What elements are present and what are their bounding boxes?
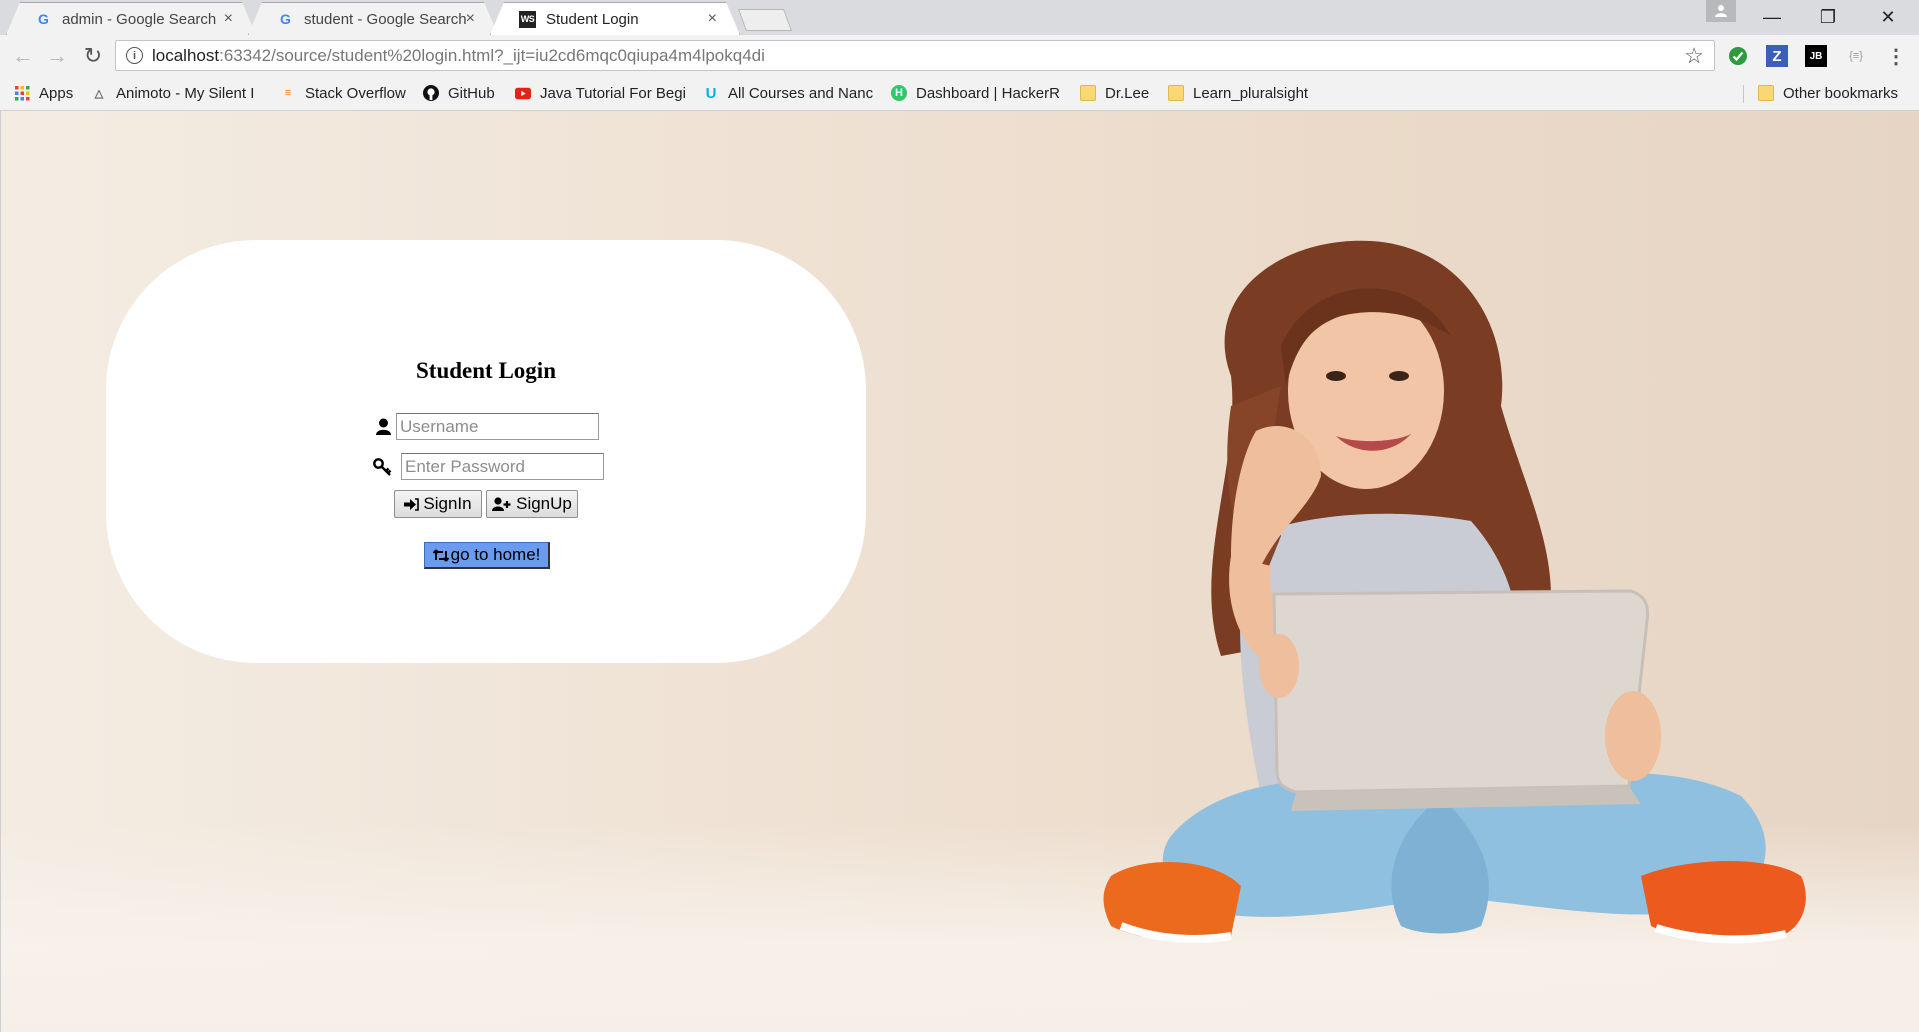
check-extension-icon[interactable]	[1727, 45, 1749, 67]
tab-title: Student Login	[546, 10, 639, 28]
close-tab-icon[interactable]: ×	[466, 10, 475, 28]
zotero-extension-icon[interactable]: Z	[1766, 45, 1788, 67]
bookmark-github[interactable]: GitHub	[423, 83, 495, 103]
webstorm-icon: WS	[519, 11, 536, 28]
student-background-photo	[1103, 240, 1806, 944]
bookmark-label: Other bookmarks	[1783, 84, 1899, 102]
bookmark-label: Dr.Lee	[1105, 84, 1150, 102]
jetbrains-extension-icon[interactable]: JB	[1805, 45, 1827, 67]
bookmark-label: GitHub	[448, 84, 495, 102]
signin-label: SignIn	[423, 494, 472, 513]
back-arrow-icon[interactable]: ←	[10, 43, 36, 69]
google-g-icon: G	[280, 11, 291, 27]
bookmark-label: Dashboard | HackerR	[916, 84, 1059, 102]
bookmark-label: Java Tutorial For Begi	[540, 84, 685, 102]
info-icon[interactable]: i	[126, 47, 143, 64]
restore-button[interactable]: ❐	[1808, 4, 1848, 30]
user-icon	[372, 416, 394, 438]
bookmark-other-bookmarks[interactable]: Other bookmarks	[1758, 83, 1898, 103]
bookmark-label: All Courses and Nanc	[728, 84, 874, 102]
add-user-icon	[492, 497, 511, 511]
json-extension-icon[interactable]: {≡}	[1845, 45, 1867, 67]
sign-in-icon	[404, 497, 420, 511]
apps-grid-icon	[14, 85, 30, 101]
close-window-button[interactable]: ✕	[1868, 4, 1908, 30]
bookmark-hackerrank[interactable]: H Dashboard | HackerR	[891, 83, 1059, 103]
tab-strip: G admin - Google Search × G student - Go…	[0, 0, 1919, 35]
new-tab-button[interactable]	[737, 9, 793, 31]
bookmark-udacity[interactable]: U All Courses and Nanc	[703, 83, 875, 103]
youtube-icon	[515, 85, 531, 101]
username-input[interactable]	[396, 413, 599, 440]
retweet-icon	[432, 548, 449, 562]
username-row	[372, 413, 599, 440]
folder-icon	[1168, 85, 1184, 101]
person-icon	[1715, 5, 1727, 17]
signup-button[interactable]: SignUp	[486, 490, 578, 518]
bookmarks-bar: Apps △ Animoto - My Silent I ≡ Stack Ove…	[0, 76, 1919, 111]
close-tab-icon[interactable]: ×	[708, 10, 717, 28]
tab-title: admin - Google Search	[62, 10, 217, 28]
bookmark-star-icon[interactable]: ☆	[1684, 43, 1704, 69]
signup-label: SignUp	[516, 494, 572, 513]
google-g-icon: G	[38, 11, 49, 27]
hackerrank-icon: H	[891, 85, 907, 101]
url-path: :63342/source/student%20login.html?_ijt=…	[219, 45, 765, 65]
github-icon	[423, 85, 439, 101]
password-row	[371, 453, 604, 480]
reload-icon[interactable]: ↻	[80, 43, 106, 69]
bookmark-label: Learn_pluralsight	[1193, 84, 1309, 102]
tab-admin-search[interactable]: G admin - Google Search ×	[6, 2, 256, 35]
bookmark-label: Stack Overflow	[305, 84, 406, 102]
folder-icon	[1758, 85, 1774, 101]
key-icon	[371, 456, 393, 478]
udacity-icon: U	[705, 84, 717, 102]
profile-button[interactable]	[1706, 0, 1736, 22]
bookmark-stackoverflow[interactable]: ≡ Stack Overflow	[280, 83, 406, 103]
browser-window: G admin - Google Search × G student - Go…	[0, 0, 1919, 1032]
bookmark-label: Animoto - My Silent I	[116, 84, 255, 102]
bookmark-label: Apps	[39, 84, 74, 102]
browser-toolbar: ← → ↻ i localhost:63342/source/student%2…	[0, 35, 1919, 76]
address-bar[interactable]: i localhost:63342/source/student%20login…	[115, 40, 1715, 71]
page-viewport: Student Login SignIn SignUp	[0, 111, 1919, 1032]
minimize-button[interactable]: —	[1752, 4, 1792, 30]
url-host: localhost	[152, 45, 220, 65]
bookmark-folder-pluralsight[interactable]: Learn_pluralsight	[1168, 83, 1308, 103]
menu-kebab-icon[interactable]: ⋮	[1885, 45, 1907, 68]
tab-student-login[interactable]: WS Student Login ×	[490, 2, 740, 35]
forward-arrow-icon[interactable]: →	[44, 43, 70, 69]
bookmark-folder-drlee[interactable]: Dr.Lee	[1080, 83, 1149, 103]
go-home-button[interactable]: go to home!	[424, 542, 550, 569]
password-input[interactable]	[401, 453, 604, 480]
page-title: Student Login	[416, 358, 556, 383]
bookmark-java-tutorial[interactable]: Java Tutorial For Begi	[515, 83, 685, 103]
animoto-icon: △	[94, 87, 104, 100]
stackoverflow-icon: ≡	[284, 87, 292, 99]
tab-title: student - Google Search	[304, 10, 467, 28]
signin-button[interactable]: SignIn	[394, 490, 482, 518]
tab-student-search[interactable]: G student - Google Search ×	[248, 2, 498, 35]
bookmark-animoto[interactable]: △ Animoto - My Silent I	[91, 83, 263, 103]
bookmark-apps[interactable]: Apps	[14, 83, 73, 103]
check-circle-icon	[1729, 47, 1747, 65]
folder-icon	[1080, 85, 1096, 101]
login-card: Student Login SignIn SignUp	[106, 240, 866, 663]
close-tab-icon[interactable]: ×	[224, 10, 233, 28]
bookmarks-separator	[1743, 85, 1744, 103]
home-button-label: go to home!	[450, 545, 541, 564]
